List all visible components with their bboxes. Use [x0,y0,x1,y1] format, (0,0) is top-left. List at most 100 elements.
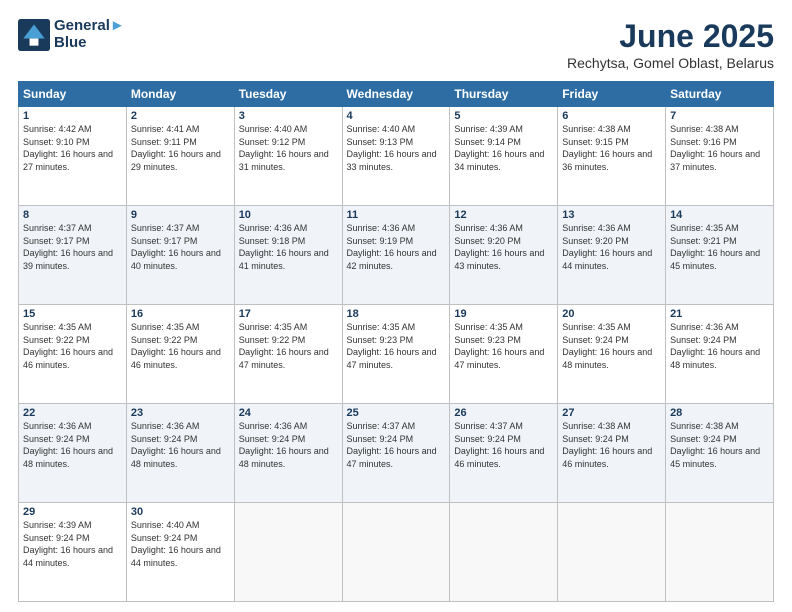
day-number: 17 [239,308,338,320]
table-row: 15Sunrise: 4:35 AMSunset: 9:22 PMDayligh… [19,305,127,404]
day-info: Sunrise: 4:38 AMSunset: 9:15 PMDaylight:… [562,123,661,173]
day-info: Sunrise: 4:38 AMSunset: 9:24 PMDaylight:… [562,420,661,470]
table-row [558,503,666,602]
day-number: 9 [131,209,230,221]
day-number: 20 [562,308,661,320]
table-row [234,503,342,602]
table-row: 8Sunrise: 4:37 AMSunset: 9:17 PMDaylight… [19,206,127,305]
day-number: 1 [23,110,122,122]
table-row: 6Sunrise: 4:38 AMSunset: 9:15 PMDaylight… [558,107,666,206]
day-number: 14 [670,209,769,221]
calendar-table: Sunday Monday Tuesday Wednesday Thursday… [18,81,774,602]
table-row: 3Sunrise: 4:40 AMSunset: 9:12 PMDaylight… [234,107,342,206]
calendar-week-row: 1Sunrise: 4:42 AMSunset: 9:10 PMDaylight… [19,107,774,206]
table-row: 16Sunrise: 4:35 AMSunset: 9:22 PMDayligh… [126,305,234,404]
day-info: Sunrise: 4:36 AMSunset: 9:24 PMDaylight:… [239,420,338,470]
day-info: Sunrise: 4:36 AMSunset: 9:19 PMDaylight:… [347,222,446,272]
table-row [450,503,558,602]
day-number: 12 [454,209,553,221]
day-number: 8 [23,209,122,221]
calendar-week-row: 29Sunrise: 4:39 AMSunset: 9:24 PMDayligh… [19,503,774,602]
day-info: Sunrise: 4:35 AMSunset: 9:22 PMDaylight:… [131,321,230,371]
day-number: 21 [670,308,769,320]
table-row [342,503,450,602]
table-row: 9Sunrise: 4:37 AMSunset: 9:17 PMDaylight… [126,206,234,305]
table-row: 2Sunrise: 4:41 AMSunset: 9:11 PMDaylight… [126,107,234,206]
day-number: 15 [23,308,122,320]
table-row: 18Sunrise: 4:35 AMSunset: 9:23 PMDayligh… [342,305,450,404]
logo-icon [18,19,50,51]
day-number: 26 [454,407,553,419]
day-number: 29 [23,506,122,518]
table-row: 24Sunrise: 4:36 AMSunset: 9:24 PMDayligh… [234,404,342,503]
day-info: Sunrise: 4:37 AMSunset: 9:17 PMDaylight:… [131,222,230,272]
day-info: Sunrise: 4:38 AMSunset: 9:24 PMDaylight:… [670,420,769,470]
day-number: 18 [347,308,446,320]
day-info: Sunrise: 4:41 AMSunset: 9:11 PMDaylight:… [131,123,230,173]
col-thursday: Thursday [450,82,558,107]
logo: General► Blue [18,18,125,51]
day-info: Sunrise: 4:39 AMSunset: 9:14 PMDaylight:… [454,123,553,173]
table-row: 12Sunrise: 4:36 AMSunset: 9:20 PMDayligh… [450,206,558,305]
calendar-header-row: Sunday Monday Tuesday Wednesday Thursday… [19,82,774,107]
day-number: 28 [670,407,769,419]
table-row: 30Sunrise: 4:40 AMSunset: 9:24 PMDayligh… [126,503,234,602]
table-row: 5Sunrise: 4:39 AMSunset: 9:14 PMDaylight… [450,107,558,206]
day-info: Sunrise: 4:38 AMSunset: 9:16 PMDaylight:… [670,123,769,173]
table-row [666,503,774,602]
day-number: 16 [131,308,230,320]
table-row: 7Sunrise: 4:38 AMSunset: 9:16 PMDaylight… [666,107,774,206]
table-row: 20Sunrise: 4:35 AMSunset: 9:24 PMDayligh… [558,305,666,404]
day-number: 6 [562,110,661,122]
day-number: 23 [131,407,230,419]
title-block: June 2025 Rechytsa, Gomel Oblast, Belaru… [567,18,774,71]
day-number: 2 [131,110,230,122]
calendar-week-row: 22Sunrise: 4:36 AMSunset: 9:24 PMDayligh… [19,404,774,503]
day-info: Sunrise: 4:42 AMSunset: 9:10 PMDaylight:… [23,123,122,173]
day-number: 10 [239,209,338,221]
day-number: 13 [562,209,661,221]
day-number: 24 [239,407,338,419]
day-info: Sunrise: 4:35 AMSunset: 9:22 PMDaylight:… [23,321,122,371]
day-info: Sunrise: 4:40 AMSunset: 9:13 PMDaylight:… [347,123,446,173]
day-info: Sunrise: 4:35 AMSunset: 9:21 PMDaylight:… [670,222,769,272]
day-info: Sunrise: 4:37 AMSunset: 9:24 PMDaylight:… [347,420,446,470]
table-row: 1Sunrise: 4:42 AMSunset: 9:10 PMDaylight… [19,107,127,206]
day-info: Sunrise: 4:36 AMSunset: 9:24 PMDaylight:… [131,420,230,470]
table-row: 13Sunrise: 4:36 AMSunset: 9:20 PMDayligh… [558,206,666,305]
table-row: 25Sunrise: 4:37 AMSunset: 9:24 PMDayligh… [342,404,450,503]
day-info: Sunrise: 4:35 AMSunset: 9:24 PMDaylight:… [562,321,661,371]
day-info: Sunrise: 4:36 AMSunset: 9:20 PMDaylight:… [562,222,661,272]
table-row: 14Sunrise: 4:35 AMSunset: 9:21 PMDayligh… [666,206,774,305]
header: General► Blue June 2025 Rechytsa, Gomel … [18,18,774,71]
day-number: 30 [131,506,230,518]
page: General► Blue June 2025 Rechytsa, Gomel … [0,0,792,612]
col-wednesday: Wednesday [342,82,450,107]
table-row: 11Sunrise: 4:36 AMSunset: 9:19 PMDayligh… [342,206,450,305]
day-info: Sunrise: 4:40 AMSunset: 9:12 PMDaylight:… [239,123,338,173]
col-sunday: Sunday [19,82,127,107]
calendar-week-row: 15Sunrise: 4:35 AMSunset: 9:22 PMDayligh… [19,305,774,404]
table-row: 19Sunrise: 4:35 AMSunset: 9:23 PMDayligh… [450,305,558,404]
day-info: Sunrise: 4:36 AMSunset: 9:24 PMDaylight:… [23,420,122,470]
day-info: Sunrise: 4:35 AMSunset: 9:23 PMDaylight:… [347,321,446,371]
col-saturday: Saturday [666,82,774,107]
day-info: Sunrise: 4:40 AMSunset: 9:24 PMDaylight:… [131,519,230,569]
day-number: 5 [454,110,553,122]
month-title: June 2025 [567,18,774,55]
table-row: 10Sunrise: 4:36 AMSunset: 9:18 PMDayligh… [234,206,342,305]
day-info: Sunrise: 4:35 AMSunset: 9:22 PMDaylight:… [239,321,338,371]
day-info: Sunrise: 4:36 AMSunset: 9:20 PMDaylight:… [454,222,553,272]
table-row: 27Sunrise: 4:38 AMSunset: 9:24 PMDayligh… [558,404,666,503]
logo-text: General► Blue [54,18,125,51]
logo-line2: Blue [54,35,125,52]
table-row: 4Sunrise: 4:40 AMSunset: 9:13 PMDaylight… [342,107,450,206]
day-number: 7 [670,110,769,122]
logo-line1: General► [54,18,125,35]
day-number: 27 [562,407,661,419]
table-row: 22Sunrise: 4:36 AMSunset: 9:24 PMDayligh… [19,404,127,503]
day-info: Sunrise: 4:36 AMSunset: 9:18 PMDaylight:… [239,222,338,272]
col-monday: Monday [126,82,234,107]
day-number: 11 [347,209,446,221]
day-number: 25 [347,407,446,419]
